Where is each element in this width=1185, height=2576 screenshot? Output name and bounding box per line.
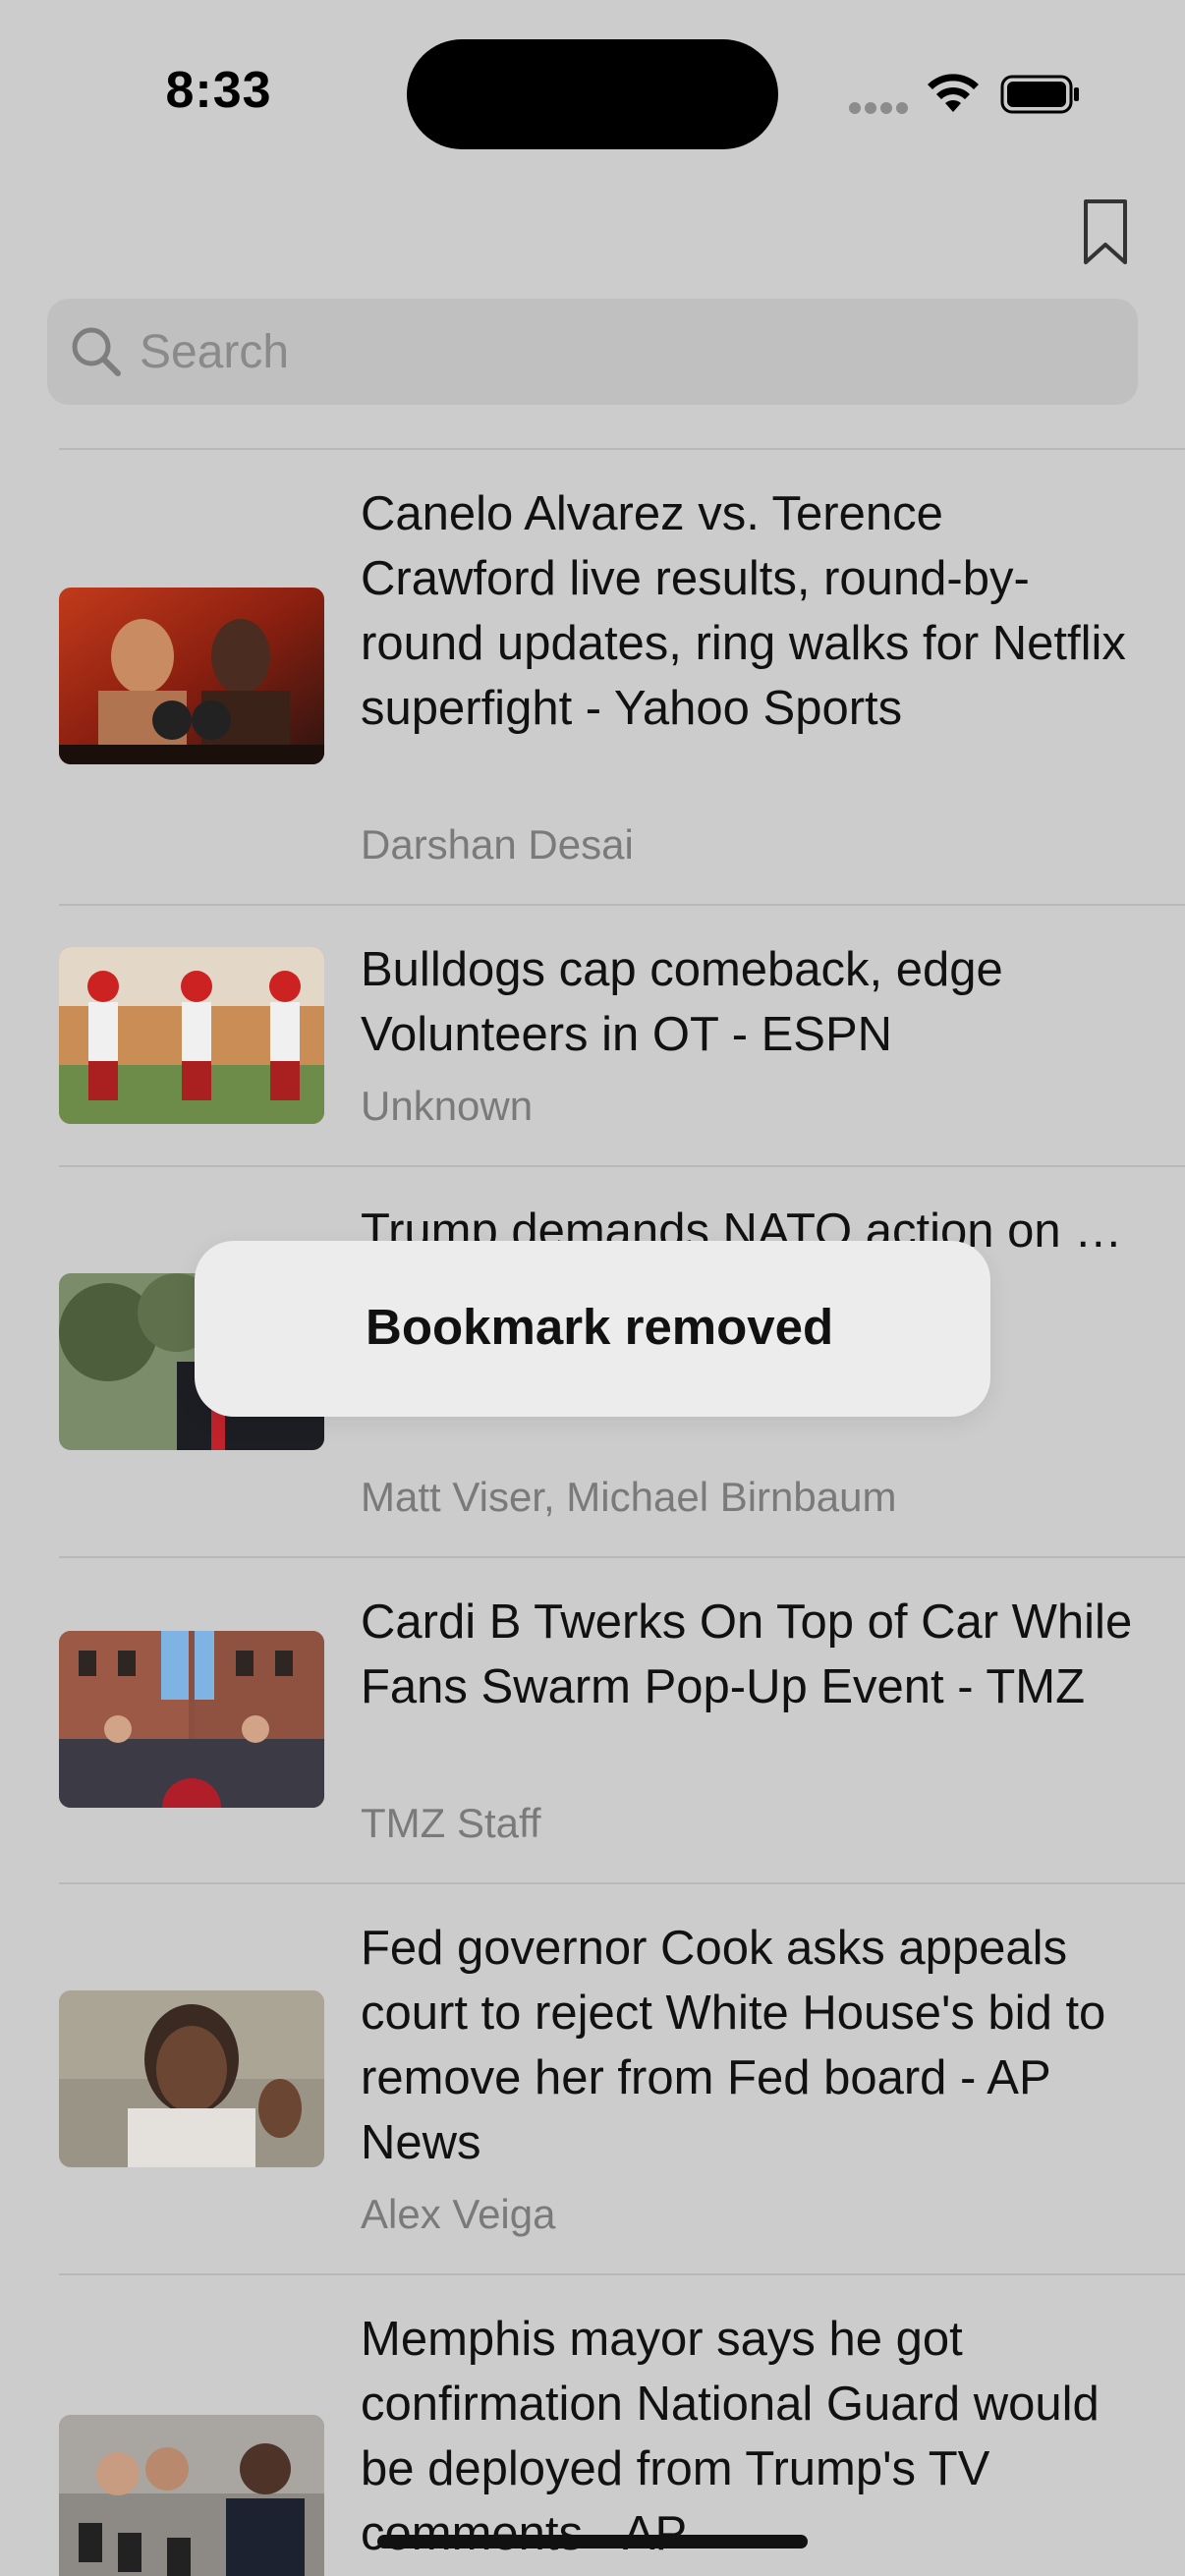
article-title: Canelo Alvarez vs. Terence Crawford live…: [361, 487, 1126, 735]
article-title: Memphis mayor says he got confirmation N…: [361, 2313, 1100, 2560]
search-input[interactable]: [140, 299, 1102, 405]
search-field[interactable]: [47, 299, 1138, 405]
article-row[interactable]: Memphis mayor says he got confirmation N…: [0, 2275, 1185, 2576]
article-author: TMZ Staff: [361, 1800, 541, 1846]
article-author: Darshan Desai: [361, 821, 634, 868]
article-author: Alex Veiga: [361, 2191, 556, 2237]
wifi-icon: [928, 74, 979, 112]
article-title: Cardi B Twerks On Top of Car While Fans …: [361, 1596, 1133, 1713]
article-row[interactable]: Cardi B Twerks On Top of Car While Fans …: [0, 1558, 1185, 1882]
bookmark-icon: [1084, 199, 1127, 264]
article-thumbnail: [59, 947, 324, 1124]
home-indicator[interactable]: [377, 2535, 808, 2548]
article-thumbnail: [59, 2415, 324, 2576]
article-author: Matt Viser, Michael Birnbaum: [361, 1474, 897, 1520]
dynamic-island: [407, 39, 778, 149]
toast: Bookmark removed: [195, 1241, 990, 1417]
status-time: 8:33: [165, 62, 272, 119]
article-title: Fed governor Cook asks appeals court to …: [361, 1922, 1106, 2169]
article-title: Bulldogs cap comeback, edge Volunteers i…: [361, 943, 1003, 1061]
battery-icon: [1000, 75, 1079, 114]
article-thumbnail: [59, 1990, 324, 2167]
toast-message: Bookmark removed: [366, 1299, 834, 1355]
search-icon: [72, 327, 121, 376]
article-row[interactable]: Fed governor Cook asks appeals court to …: [0, 1884, 1185, 2273]
cellular-signal-icon: [849, 102, 908, 116]
bookmarks-button[interactable]: [1071, 193, 1140, 271]
article-thumbnail: [59, 588, 324, 764]
status-bar: 8:33: [0, 0, 1185, 187]
article-row[interactable]: Bulldogs cap comeback, edge Volunteers i…: [0, 906, 1185, 1165]
article-row[interactable]: Canelo Alvarez vs. Terence Crawford live…: [0, 450, 1185, 904]
article-thumbnail: [59, 1631, 324, 1808]
article-author: Unknown: [361, 1083, 534, 1129]
